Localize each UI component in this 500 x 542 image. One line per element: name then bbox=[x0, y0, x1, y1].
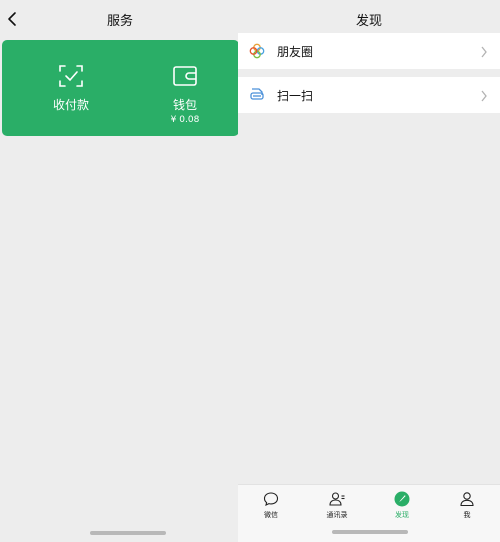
discover-title: 发现 bbox=[355, 14, 382, 29]
moments-aperture-icon bbox=[249, 43, 265, 59]
compass-icon bbox=[394, 491, 410, 507]
menu-item-moments[interactable]: 朋友圈 bbox=[238, 33, 500, 69]
home-indicator bbox=[90, 531, 166, 535]
tab-label: 微信 bbox=[264, 511, 278, 519]
person-icon bbox=[459, 491, 475, 507]
tab-contacts[interactable]: 通讯录 bbox=[306, 489, 368, 525]
tab-label: 我 bbox=[463, 511, 471, 519]
tab-label: 发现 bbox=[395, 511, 409, 519]
tab-me[interactable]: 我 bbox=[436, 489, 498, 525]
menu-item-label: 朋友圈 bbox=[277, 45, 314, 59]
scan-check-icon bbox=[58, 64, 84, 88]
contacts-icon bbox=[329, 491, 345, 507]
scan-icon bbox=[249, 87, 265, 103]
wallet-icon bbox=[172, 64, 198, 88]
tab-discover[interactable]: 发现 bbox=[371, 489, 433, 525]
chat-bubble-icon bbox=[263, 491, 279, 507]
services-panel: 服务 收付款 钱包 ¥ 0.08 bbox=[0, 0, 240, 541]
receive-payment-label: 收付款 bbox=[52, 98, 89, 112]
chevron-right-icon bbox=[480, 44, 488, 58]
wallet-button[interactable]: 钱包 ¥ 0.08 bbox=[126, 40, 244, 136]
page-title: 服务 bbox=[106, 14, 133, 29]
services-header: 服务 bbox=[0, 0, 240, 38]
pay-wallet-card: 收付款 钱包 ¥ 0.08 bbox=[2, 40, 239, 136]
menu-item-label: 扫一扫 bbox=[277, 89, 314, 103]
discover-panel: 发现 朋友圈 扫一扫 微信 通讯录 发现 我 bbox=[238, 0, 500, 542]
receive-payment-button[interactable]: 收付款 bbox=[12, 40, 130, 136]
chevron-right-icon bbox=[480, 88, 488, 102]
menu-item-scan[interactable]: 扫一扫 bbox=[238, 77, 500, 113]
home-indicator bbox=[332, 530, 408, 534]
wallet-label: 钱包 bbox=[172, 98, 197, 112]
tab-label: 通讯录 bbox=[326, 511, 348, 519]
tab-chats[interactable]: 微信 bbox=[240, 489, 302, 525]
wallet-balance: ¥ 0.08 bbox=[170, 115, 200, 125]
